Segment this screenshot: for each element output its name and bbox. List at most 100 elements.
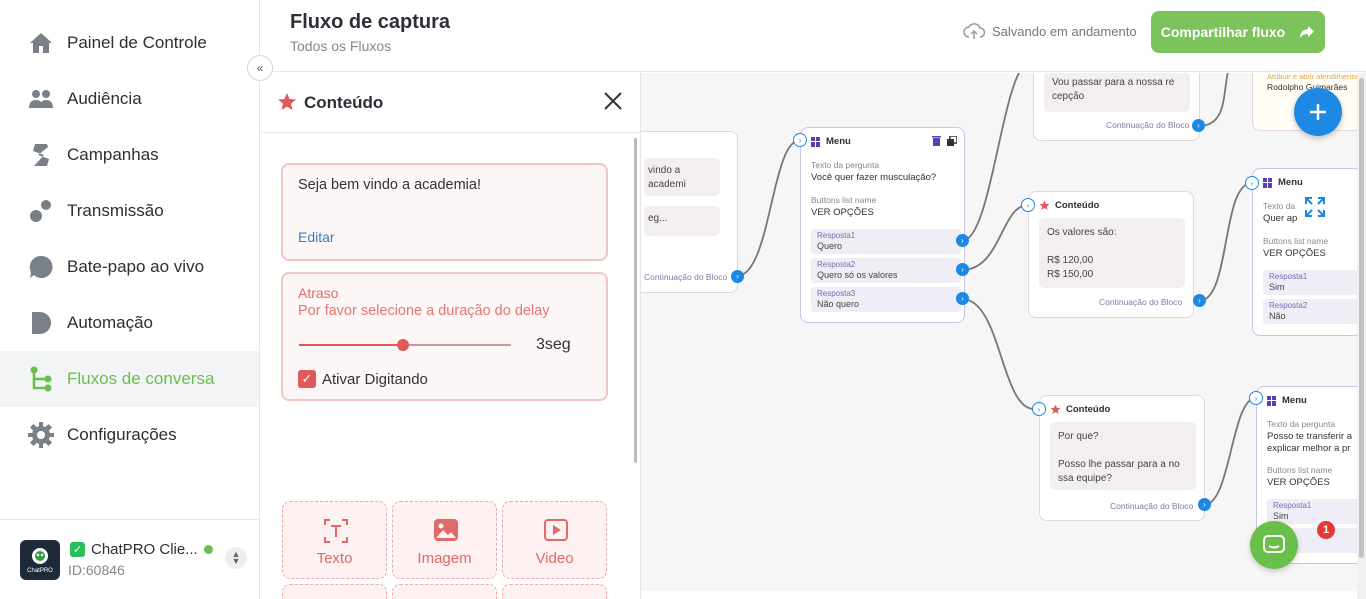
response-item[interactable]: Resposta2 Não (1263, 299, 1358, 324)
delay-slider[interactable] (299, 339, 511, 351)
home-icon (28, 30, 54, 56)
list-name: VER OPÇÕES (1267, 477, 1330, 488)
add-more-button[interactable] (392, 584, 497, 599)
sidebar-item-fluxos[interactable]: Fluxos de conversa (0, 351, 259, 407)
sidebar-item-label: Fluxos de conversa (67, 369, 215, 388)
flow-node-partial[interactable]: vindo a academi eg... Continuação do Blo… (641, 131, 738, 293)
node-message: eg... (644, 206, 720, 236)
sidebar: Painel de Controle Audiência Campanhas T… (0, 0, 260, 599)
header: Fluxo de captura Todos os Fluxos Salvand… (261, 0, 1366, 72)
node-output-port[interactable]: › (731, 270, 744, 283)
add-more-button[interactable] (502, 584, 607, 599)
list-name: VER OPÇÕES (811, 207, 874, 218)
question-text: explicar melhor a pr (1267, 443, 1351, 454)
grid-icon (1267, 395, 1277, 406)
list-name: VER OPÇÕES (1263, 248, 1326, 259)
list-label: Buttons list name (811, 195, 877, 205)
node-output-port[interactable]: › (1198, 498, 1211, 511)
response-item[interactable]: Resposta2 Quero só os valores (811, 258, 961, 283)
add-node-button[interactable] (1294, 88, 1342, 136)
collapse-sidebar-button[interactable]: « (247, 55, 273, 81)
account-switcher[interactable]: ChatPRO ✓ ChatPRO Clie... ID:60846 (0, 519, 259, 599)
content-node-top[interactable]: Vou passar para a nossa re cepção Continu… (1033, 73, 1200, 141)
node-message: Os valores são: R$ 120,00 R$ 150,00 (1039, 218, 1185, 288)
plus-icon (1310, 104, 1326, 120)
typing-label: Ativar Digitando (322, 370, 428, 388)
cloud-upload-icon (963, 23, 985, 39)
content-node[interactable]: Conteúdo Os valores são: R$ 120,00 R$ 150,… (1028, 191, 1194, 318)
node-input-port[interactable]: › (1245, 176, 1259, 190)
sidebar-item-painel[interactable]: Painel de Controle (0, 15, 259, 71)
message-text: Seja bem vindo a academia! (298, 177, 481, 193)
typing-toggle[interactable]: ✓ Ativar Digitando (298, 370, 428, 388)
assign-label: Atribuir e abrir atendimento (1267, 73, 1358, 81)
node-continuation: Continuação do Bloco (1110, 501, 1194, 511)
saving-status: Salvando em andamento (963, 22, 1137, 40)
response-output-port[interactable]: › (956, 263, 969, 276)
account-logo: ChatPRO (20, 540, 60, 580)
whatsapp-check-icon: ✓ (70, 542, 85, 557)
gear-icon (28, 422, 54, 448)
breadcrumb[interactable]: Todos os Fluxos (290, 38, 391, 54)
response-item[interactable]: Resposta1 Sim (1267, 499, 1362, 524)
sidebar-item-campanhas[interactable]: Campanhas (0, 127, 259, 183)
delay-card: Atraso Por favor selecione a duração do … (281, 272, 608, 401)
node-input-port[interactable]: › (1032, 402, 1046, 416)
response-item[interactable]: Resposta3 Não quero (811, 287, 961, 312)
node-input-port[interactable]: › (793, 133, 807, 147)
broadcast-icon (28, 198, 54, 224)
trash-icon[interactable] (932, 136, 941, 146)
add-image-button[interactable]: Imagem (392, 501, 497, 579)
response-output-port[interactable]: › (956, 292, 969, 305)
sidebar-item-audiencia[interactable]: Audiência (0, 71, 259, 127)
add-more-button[interactable] (282, 584, 387, 599)
node-input-port[interactable]: › (1021, 198, 1035, 212)
close-icon[interactable] (603, 91, 623, 115)
sidebar-item-bate-papo[interactable]: Bate-papo ao vivo (0, 239, 259, 295)
delay-slider-fill (299, 344, 403, 346)
share-flow-button[interactable]: Compartilhar fluxo (1151, 11, 1325, 53)
add-video-button[interactable]: Video (502, 501, 607, 579)
star-icon (278, 93, 296, 110)
support-chat-button[interactable] (1250, 521, 1298, 569)
node-output-port[interactable]: › (1192, 119, 1205, 132)
text-icon (324, 519, 348, 543)
node-message: Por que? Posso lhe passar para a no ssa eq… (1050, 422, 1196, 490)
response-item[interactable]: Resposta1 Sim (1263, 270, 1358, 295)
add-video-label: Video (535, 550, 574, 567)
sidebar-item-label: Transmissão (67, 201, 164, 220)
question-label: Texto da (1263, 201, 1296, 211)
sidebar-item-label: Audiência (67, 89, 142, 108)
chat-badge: 1 (1317, 521, 1335, 539)
node-input-port[interactable]: › (1249, 391, 1263, 405)
flow-canvas[interactable]: vindo a academi eg... Continuação do Blo… (641, 73, 1366, 591)
edit-link[interactable]: Editar (298, 229, 335, 245)
sidebar-item-configuracoes[interactable]: Configurações (0, 407, 259, 463)
video-icon (544, 519, 568, 541)
expand-icon (1305, 197, 1325, 217)
message-card[interactable]: Seja bem vindo a academia! Editar (281, 163, 608, 261)
svg-text:ChatPRO: ChatPRO (27, 568, 53, 574)
page-scrollbar-thumb[interactable] (1359, 78, 1364, 558)
delay-slider-knob[interactable] (396, 339, 409, 351)
menu-node[interactable]: Menu Texto da pergunta Você quer fazer m… (800, 127, 965, 323)
response-item[interactable]: Resposta1 Quero (811, 229, 961, 254)
content-node-header: Conteúdo (1050, 404, 1110, 415)
node-continuation: Continuação do Bloco (644, 272, 728, 282)
typing-checkbox[interactable]: ✓ (298, 370, 316, 388)
node-output-port[interactable]: › (1193, 294, 1206, 307)
chat-bubble-icon (28, 254, 54, 280)
fit-view-button[interactable] (1297, 189, 1333, 225)
duplicate-icon[interactable] (947, 136, 957, 146)
content-node[interactable]: Conteúdo Por que? Posso lhe passar para a… (1039, 395, 1205, 521)
sidebar-item-label: Configurações (67, 425, 177, 444)
sidebar-item-transmissao[interactable]: Transmissão (0, 183, 259, 239)
add-text-button[interactable]: Texto (282, 501, 387, 579)
node-message: Vou passar para a nossa re cepção (1044, 73, 1190, 112)
chat-icon (1263, 535, 1285, 553)
panel-scrollbar[interactable] (634, 138, 637, 463)
response-output-port[interactable]: › (956, 234, 969, 247)
sidebar-item-automacao[interactable]: Automação (0, 295, 259, 351)
page-title: Fluxo de captura (290, 11, 451, 33)
account-switch-icon[interactable]: ▲ ▼ (225, 547, 247, 569)
